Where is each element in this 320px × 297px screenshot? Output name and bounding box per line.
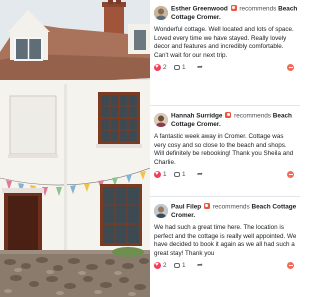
- review-text: Wonderful cottage. Well located and lots…: [154, 26, 294, 59]
- review-footer: 2 1 ➦: [150, 62, 300, 74]
- review-footer: 2 1 ➦: [150, 260, 300, 272]
- recommend-icon: [225, 112, 232, 118]
- comment-count: 1: [182, 171, 186, 179]
- recommend-verb: recommends: [239, 5, 277, 13]
- more-options-icon[interactable]: [287, 64, 294, 72]
- review-footer: 1 1 ➦: [150, 169, 300, 181]
- reactions[interactable]: 1: [154, 170, 167, 179]
- reviewer-name[interactable]: Hannah Surridge: [171, 113, 223, 120]
- review-text: A fantastic week away in Cromer. Cottage…: [154, 133, 294, 166]
- recommend-icon: [203, 203, 210, 209]
- review-card: Esther Greenwood recommends Beach Cottag…: [150, 3, 300, 74]
- avatar[interactable]: [154, 113, 168, 127]
- comments[interactable]: 1: [174, 64, 186, 71]
- heart-icon: [154, 63, 161, 72]
- review-text: We had such a great time here. The locat…: [154, 224, 297, 257]
- divider: [150, 105, 300, 106]
- review-header: Paul Filep recommends Beach Cottage Crom…: [150, 201, 300, 221]
- reaction-count: 2: [163, 262, 167, 270]
- reviewer-name[interactable]: Esther Greenwood: [171, 6, 228, 13]
- comment-count: 1: [182, 64, 186, 72]
- review-card: Paul Filep recommends Beach Cottage Crom…: [150, 201, 300, 272]
- review-title: Esther Greenwood recommends Beach Cottag…: [171, 3, 300, 22]
- review-title: Hannah Surridge recommends Beach Cottage…: [171, 110, 300, 129]
- comment-icon: [174, 263, 180, 269]
- more-options-icon[interactable]: [287, 262, 294, 270]
- reactions[interactable]: 2: [154, 63, 167, 72]
- recommend-icon: [230, 5, 237, 11]
- share-icon[interactable]: ➦: [197, 261, 203, 270]
- review-header: Hannah Surridge recommends Beach Cottage…: [150, 110, 300, 130]
- avatar[interactable]: [154, 6, 168, 20]
- reaction-count: 1: [163, 171, 167, 179]
- recommend-verb: recommends: [234, 112, 271, 120]
- comments[interactable]: 1: [174, 171, 186, 178]
- reviewer-name[interactable]: Paul Filep: [171, 204, 201, 211]
- share-icon[interactable]: ➦: [197, 63, 203, 72]
- review-title: Paul Filep recommends Beach Cottage Crom…: [171, 201, 300, 220]
- comment-icon: [174, 172, 180, 178]
- comment-count: 1: [182, 262, 186, 270]
- reviews-panel: Esther Greenwood recommends Beach Cottag…: [150, 0, 300, 297]
- review-card: Hannah Surridge recommends Beach Cottage…: [150, 110, 300, 181]
- heart-icon: [154, 170, 161, 179]
- heart-icon: [154, 261, 161, 270]
- comments[interactable]: 1: [174, 262, 186, 269]
- review-header: Esther Greenwood recommends Beach Cottag…: [150, 3, 300, 23]
- avatar[interactable]: [154, 204, 168, 218]
- cottage-photo: [0, 0, 150, 297]
- comment-icon: [174, 65, 180, 71]
- reactions[interactable]: 2: [154, 261, 167, 270]
- reaction-count: 2: [163, 64, 167, 72]
- recommend-verb: recommends: [212, 203, 250, 211]
- more-options-icon[interactable]: [287, 171, 294, 179]
- share-icon[interactable]: ➦: [197, 170, 203, 179]
- divider: [150, 196, 300, 197]
